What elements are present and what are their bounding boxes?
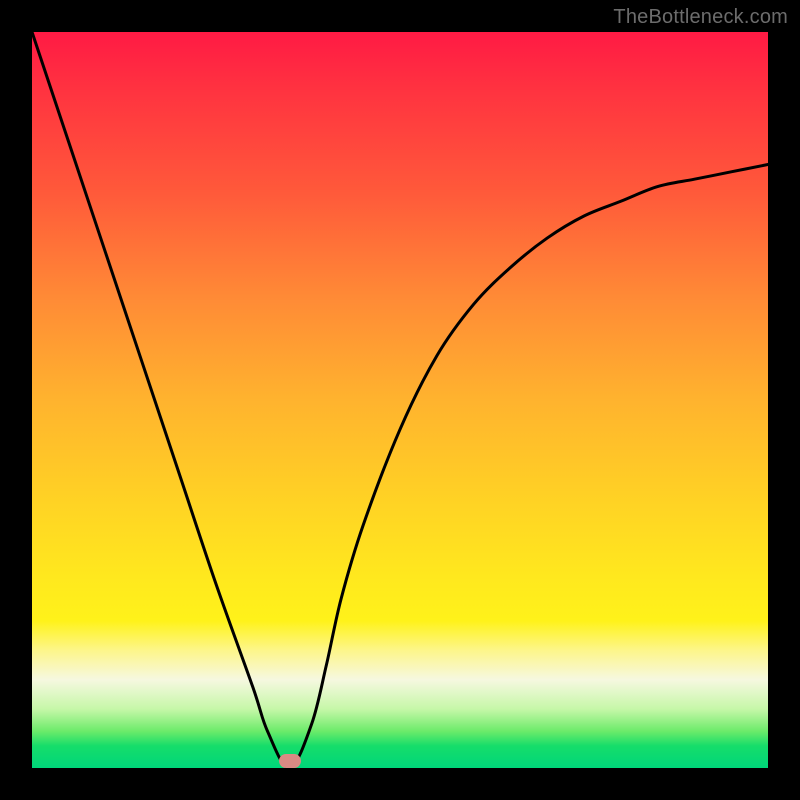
plot-area bbox=[32, 32, 768, 768]
gradient-background bbox=[32, 32, 768, 768]
minimum-marker bbox=[279, 754, 301, 768]
chart-frame: TheBottleneck.com bbox=[0, 0, 800, 800]
watermark-text: TheBottleneck.com bbox=[613, 6, 788, 29]
